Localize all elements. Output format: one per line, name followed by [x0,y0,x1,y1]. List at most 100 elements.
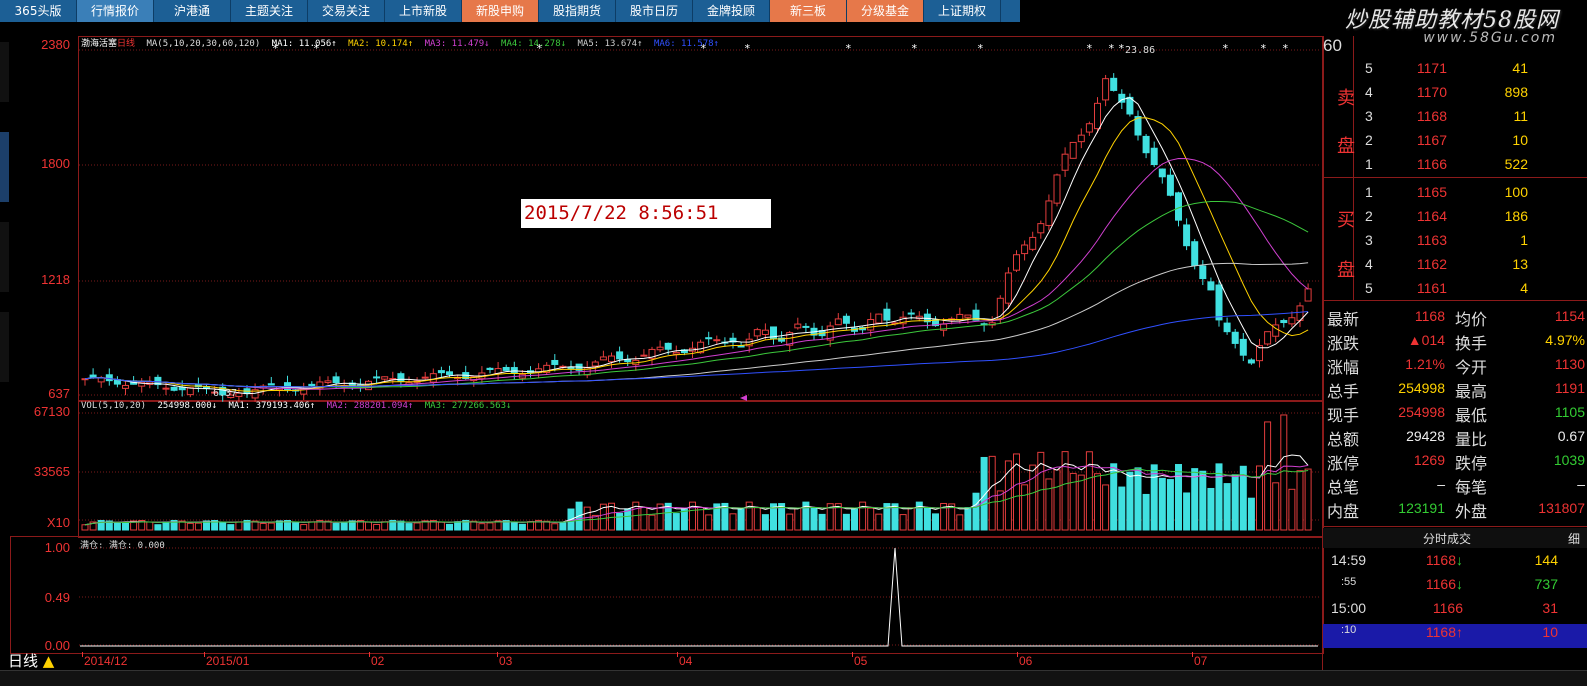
volume-bar [794,507,802,531]
volume-bar [818,513,826,531]
ask-row[interactable]: 3 1168 11 [1323,108,1587,132]
candle [1239,338,1247,356]
volume-bar [1207,487,1215,531]
candle [332,376,340,384]
volume-bar [1223,483,1231,531]
period-selector[interactable]: 日线 ▲ [8,652,78,670]
quote-label: 均价 [1455,310,1488,329]
quote-label: 量比 [1455,430,1488,449]
bid-row[interactable]: 2 1164 186 [1323,208,1587,232]
ask-level: 3 [1365,108,1373,124]
ticks-title: 分时成交 [1423,532,1472,546]
candle [883,308,891,321]
volume-bar [1150,464,1158,531]
candle [713,339,721,342]
candle [510,367,518,374]
x-axis-label: 07 [1194,654,1208,668]
signal-mark-icon: * [1260,42,1267,55]
volume-bar [551,523,559,531]
tick-price: 1168↓ [1425,552,1463,568]
volume-bar [899,514,907,531]
volume-bar [1102,484,1110,531]
candle [105,374,113,382]
ask-row[interactable]: 2 1167 10 [1323,132,1587,156]
bid-row[interactable]: 5 1161 4 [1323,280,1587,304]
candle [753,329,761,337]
signal-mark-icon: * [744,42,751,55]
volume-bar [972,492,980,531]
quote-value: 1039 [1553,452,1585,468]
ma-line [84,117,1309,392]
candle [761,329,769,336]
candle [1077,134,1085,143]
quote-value: 29428 [1406,428,1445,444]
volume-bar [340,522,348,531]
cursor-marker-icon [740,395,747,401]
panel-header-num: 60 [1323,36,1342,55]
candle [1013,254,1020,271]
candle [616,351,624,360]
bid-row[interactable]: 3 1163 1 [1323,232,1587,256]
signal-mark-icon: * [272,42,279,55]
volume-bar [518,523,526,531]
bid-level: 3 [1365,232,1373,248]
volume-bar [1231,474,1239,531]
quote-value: 1191 [1554,380,1585,396]
tick-row[interactable]: 15:00 1166 31 [1323,600,1587,624]
candle [122,384,129,389]
candle [267,383,275,386]
low-price-label: 6.37 [213,388,238,399]
candle [1264,331,1272,345]
bid-level: 2 [1365,208,1373,224]
volume-bar [1029,464,1037,531]
volume-bar [996,490,1004,531]
signal-mark-icon: * [1282,42,1289,55]
signal-mark-icon: * [1108,42,1115,55]
quote-label: 最新 [1327,310,1360,329]
bid-volume: 13 [1512,256,1528,272]
tick-price: 1166↓ [1425,576,1463,592]
tick-time: :10 [1341,624,1357,636]
candle [1175,192,1182,221]
tick-row[interactable]: 14:59 1168↓ 144 [1323,552,1587,576]
candle [324,380,332,384]
quote-row: 涨停 1269 跌停 1039 [1323,450,1587,474]
ask-row[interactable]: 1 1166 522 [1323,156,1587,180]
volume-bar [932,513,939,531]
quote-value: 254998 [1398,404,1445,420]
candle [1053,174,1061,204]
tick-row[interactable]: :55 1166↓ 737 [1323,576,1587,600]
candle [802,325,810,328]
quote-value: – [1577,476,1585,492]
ask-price: 1167 [1416,132,1447,148]
quote-value: 1269 [1413,452,1445,468]
ma-line [84,157,1309,390]
ask-row[interactable]: 5 1171 41 [1323,60,1587,84]
quote-row: 最新 1168 均价 1154 [1323,306,1587,330]
volume-bar [454,521,462,531]
tick-row[interactable]: :10 1168↑ 10 [1323,624,1587,648]
ticks-detail-button[interactable]: 细 [1568,530,1580,547]
volume-bar [705,514,713,531]
volume-bar [1134,467,1142,531]
volume-bar [867,507,875,531]
ask-row[interactable]: 4 1170 898 [1323,84,1587,108]
volume-bar [413,522,421,531]
period-selector-label: 日线 [8,652,39,670]
bid-row[interactable]: 4 1162 13 [1323,256,1587,280]
candle [502,366,510,371]
ask-volume: 11 [1513,108,1528,124]
quote-value: 254998 [1398,380,1445,396]
volume-bar [1264,421,1272,531]
candle [89,374,97,378]
candle [664,342,672,350]
candle [170,386,178,391]
quote-value: 4.97% [1545,332,1585,348]
bid-price: 1161 [1416,280,1447,296]
signal-mark-icon: * [1118,42,1125,55]
x-axis-label: 05 [854,654,868,668]
candle [1304,288,1312,302]
volume-bar [988,455,996,531]
bid-row[interactable]: 1 1165 100 [1323,184,1587,208]
candle [1029,236,1037,250]
